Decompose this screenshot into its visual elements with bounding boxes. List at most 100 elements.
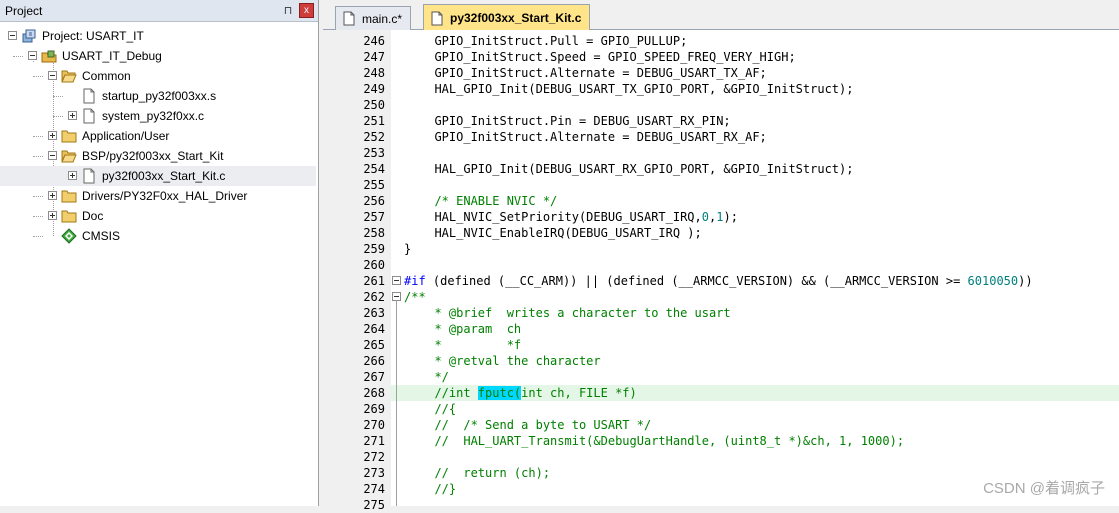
file-icon: [81, 88, 97, 104]
tree-item[interactable]: Project: USART_IT: [0, 26, 316, 46]
code-text: // return (ch);: [420, 466, 551, 480]
tree-item-label: Project: USART_IT: [42, 29, 144, 43]
line-number: 272: [363, 450, 385, 464]
file-icon: [431, 11, 443, 25]
expand-icon[interactable]: [48, 191, 57, 200]
line-number: 260: [363, 258, 385, 272]
code-text: //}: [420, 482, 457, 496]
code-line[interactable]: */: [391, 369, 1119, 385]
tree-item-label: system_py32f0xx.c: [102, 109, 205, 123]
line-number: 247: [363, 50, 385, 64]
tree-item[interactable]: Doc: [0, 206, 316, 226]
code-text: /**: [404, 290, 426, 304]
line-number: 258: [363, 226, 385, 240]
line-number: 275: [363, 498, 385, 512]
tree-item-label: py32f003xx_Start_Kit.c: [102, 169, 226, 183]
collapse-icon[interactable]: [48, 71, 57, 80]
code-line[interactable]: // /* Send a byte to USART */: [391, 417, 1119, 433]
code-line[interactable]: /**: [391, 289, 1119, 305]
code-line[interactable]: [391, 145, 1119, 161]
code-line[interactable]: HAL_NVIC_EnableIRQ(DEBUG_USART_IRQ );: [391, 225, 1119, 241]
line-number: 270: [363, 418, 385, 432]
code-line[interactable]: [391, 97, 1119, 113]
tree-item-label: Drivers/PY32F0xx_HAL_Driver: [82, 189, 248, 203]
code-line[interactable]: GPIO_InitStruct.Speed = GPIO_SPEED_FREQ_…: [391, 49, 1119, 65]
tab-main-c[interactable]: main.c*: [335, 6, 412, 30]
collapse-icon[interactable]: [28, 51, 37, 60]
code-line[interactable]: GPIO_InitStruct.Alternate = DEBUG_USART_…: [391, 129, 1119, 145]
code-line[interactable]: //{: [391, 401, 1119, 417]
code-line[interactable]: // HAL_UART_Transmit(&DebugUartHandle, (…: [391, 433, 1119, 449]
file-icon: [81, 108, 97, 124]
tree-item[interactable]: system_py32f0xx.c: [0, 106, 316, 126]
code-text: * *f: [420, 338, 522, 352]
code-line[interactable]: * @brief writes a character to the usart: [391, 305, 1119, 321]
code-line[interactable]: * *f: [391, 337, 1119, 353]
code-line[interactable]: #if (defined (__CC_ARM)) || (defined (__…: [391, 273, 1119, 289]
code-line[interactable]: [391, 497, 1119, 506]
fold-collapse-icon[interactable]: [392, 276, 401, 285]
tab-label: py32f003xx_Start_Kit.c: [450, 11, 582, 25]
line-number: 269: [363, 402, 385, 416]
project-pane-header: Project ⊓ x: [0, 0, 318, 22]
collapse-icon[interactable]: [8, 31, 17, 40]
code-line[interactable]: /* ENABLE NVIC */: [391, 193, 1119, 209]
line-number: 268: [363, 386, 385, 400]
line-number-gutter: 246 247 248 249 250 251 252 253 254 255 256 257 258 2…: [323, 30, 392, 512]
code-line[interactable]: HAL_GPIO_Init(DEBUG_USART_RX_GPIO_PORT, …: [391, 161, 1119, 177]
project-icon: [21, 28, 37, 44]
code-line[interactable]: GPIO_InitStruct.Alternate = DEBUG_USART_…: [391, 65, 1119, 81]
line-number: 263: [363, 306, 385, 320]
code-text: HAL_NVIC_SetPriority(DEBUG_USART_IRQ,0,1…: [420, 210, 738, 224]
folder-icon: [61, 128, 77, 144]
tree-item[interactable]: BSP/py32f003xx_Start_Kit: [0, 146, 316, 166]
code-line[interactable]: HAL_NVIC_SetPriority(DEBUG_USART_IRQ,0,1…: [391, 209, 1119, 225]
code-editor[interactable]: GPIO_InitStruct.Pull = GPIO_PULLUP; GPIO…: [391, 30, 1119, 506]
folder-icon: [61, 208, 77, 224]
tree-item[interactable]: startup_py32f003xx.s: [0, 86, 316, 106]
tree-item-label: USART_IT_Debug: [62, 49, 162, 63]
code-line[interactable]: //int fputc(int ch, FILE *f): [391, 385, 1119, 401]
tree-item-label: Common: [82, 69, 131, 83]
code-text: HAL_NVIC_EnableIRQ(DEBUG_USART_IRQ );: [420, 226, 702, 240]
code-text: GPIO_InitStruct.Alternate = DEBUG_USART_…: [420, 130, 767, 144]
code-line[interactable]: [391, 257, 1119, 273]
code-text: //int fputc(int ch, FILE *f): [420, 386, 637, 400]
tree-item[interactable]: CMSIS: [0, 226, 316, 246]
line-number: 249: [363, 82, 385, 96]
expand-icon[interactable]: [48, 131, 57, 140]
code-line[interactable]: HAL_GPIO_Init(DEBUG_USART_TX_GPIO_PORT, …: [391, 81, 1119, 97]
line-number: 271: [363, 434, 385, 448]
code-line[interactable]: [391, 449, 1119, 465]
fold-collapse-icon[interactable]: [392, 292, 401, 301]
tree-item[interactable]: Application/User: [0, 126, 316, 146]
code-line[interactable]: [391, 177, 1119, 193]
expand-icon[interactable]: [68, 111, 77, 120]
close-icon[interactable]: x: [299, 3, 314, 18]
code-line[interactable]: * @param ch: [391, 321, 1119, 337]
pin-icon[interactable]: ⊓: [280, 4, 296, 17]
collapse-icon[interactable]: [48, 151, 57, 160]
line-number: 255: [363, 178, 385, 192]
tab-py32f003xx-start-kit-c[interactable]: py32f003xx_Start_Kit.c: [423, 4, 591, 31]
tree-item[interactable]: Drivers/PY32F0xx_HAL_Driver: [0, 186, 316, 206]
tree-item[interactable]: py32f003xx_Start_Kit.c: [0, 166, 316, 186]
project-pane-title: Project: [5, 3, 43, 18]
code-text: * @param ch: [420, 322, 522, 336]
code-line[interactable]: }: [391, 241, 1119, 257]
editor-tab-bar: main.c* py32f003xx_Start_Kit.c: [323, 0, 1119, 31]
line-number: 253: [363, 146, 385, 160]
tree-item[interactable]: USART_IT_Debug: [0, 46, 316, 66]
tree-item[interactable]: Common: [0, 66, 316, 86]
code-line[interactable]: GPIO_InitStruct.Pull = GPIO_PULLUP;: [391, 33, 1119, 49]
code-text: #if (defined (__CC_ARM)) || (defined (__…: [404, 274, 1033, 288]
expand-icon[interactable]: [68, 171, 77, 180]
code-text: // HAL_UART_Transmit(&DebugUartHandle, (…: [420, 434, 905, 448]
code-line[interactable]: GPIO_InitStruct.Pin = DEBUG_USART_RX_PIN…: [391, 113, 1119, 129]
code-line[interactable]: * @retval the character: [391, 353, 1119, 369]
line-number: 257: [363, 210, 385, 224]
expand-icon[interactable]: [48, 211, 57, 220]
watermark: CSDN @着调疯子: [983, 480, 1105, 497]
cmsis-icon: [61, 228, 77, 244]
target-icon: [41, 48, 57, 64]
